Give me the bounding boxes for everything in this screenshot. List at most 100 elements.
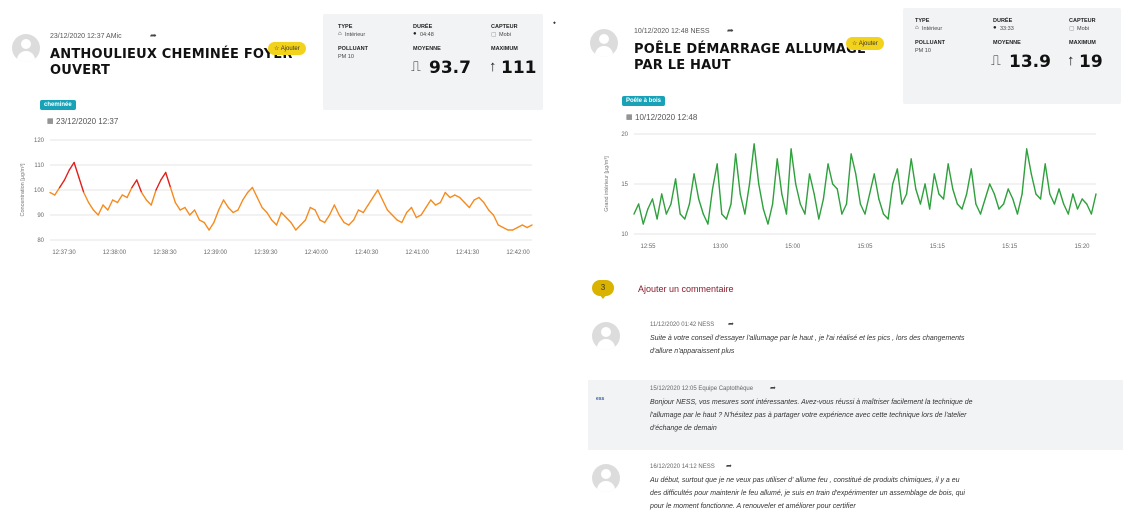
series-line-segment xyxy=(107,199,114,211)
series-line-segment xyxy=(203,221,210,231)
x-tick-label: 12:38:30 xyxy=(153,250,177,256)
category-tag[interactable]: Poêle à bois xyxy=(622,96,666,106)
chart-date: 10/12/2020 12:48 xyxy=(635,113,698,122)
series-line-segment xyxy=(155,179,162,191)
series-line-segment xyxy=(242,191,249,201)
home-icon: ⌂ xyxy=(915,25,919,31)
right-line-chart: 20 15 10 12:55 13:00 15:00 15:05 15:15 15:15 15:2… xyxy=(604,132,1097,250)
comment: 11/12/2020 01:42 NESS ➦ Suite à votre co… xyxy=(588,316,1123,376)
series-line-segment xyxy=(827,163,834,185)
add-favorite-button[interactable]: ☆ Ajouter xyxy=(846,37,884,50)
series-line-segment xyxy=(425,199,432,209)
series-line-segment xyxy=(213,209,220,224)
series-line-segment xyxy=(454,194,461,199)
series-line-segment xyxy=(1002,188,1009,205)
y-tick-label: 100 xyxy=(34,188,45,194)
team-logo: ess xyxy=(596,396,605,402)
series-line-segment xyxy=(324,214,331,224)
series-line-segment xyxy=(845,153,852,205)
series-line-segment xyxy=(892,168,899,185)
comment-meta: 15/12/2020 12:05 Equipe Captothèque xyxy=(650,386,754,392)
series-line-segment xyxy=(116,194,124,204)
series-line-segment xyxy=(102,204,109,211)
series-line-segment xyxy=(633,203,640,215)
share-icon[interactable]: ➦ xyxy=(726,462,732,470)
series-line-segment xyxy=(744,183,751,215)
maximum-value: 111 xyxy=(501,58,537,78)
y-tick-label: 15 xyxy=(621,182,628,188)
series-line-segment xyxy=(131,179,138,189)
series-line-segment xyxy=(1067,193,1074,215)
series-line-segment xyxy=(831,183,838,190)
series-line-segment xyxy=(661,193,668,215)
series-line-segment xyxy=(232,209,239,214)
author-avatar[interactable] xyxy=(592,322,620,350)
series-line-segment xyxy=(813,193,820,220)
category-tag[interactable]: cheminée xyxy=(40,100,76,110)
comment-text-line: d'allure n'apparaissent plus xyxy=(650,348,735,355)
add-comment-link[interactable]: Ajouter un commentaire xyxy=(638,284,734,294)
comment-text-line: Bonjour NESS, vos mesures sont intéressa… xyxy=(650,399,973,406)
series-line-segment xyxy=(295,224,302,231)
author-avatar[interactable] xyxy=(592,464,620,492)
series-line-segment xyxy=(160,171,167,181)
comment: ess 15/12/2020 12:05 Equipe Captothèque … xyxy=(588,380,1123,450)
x-tick-label: 12:41:00 xyxy=(405,250,429,256)
series-line-segment xyxy=(343,221,350,226)
clock-icon: ● xyxy=(993,25,997,31)
x-tick-label: 12:41:30 xyxy=(456,250,480,256)
series-line-segment xyxy=(473,196,480,201)
add-favorite-button[interactable]: ☆ Ajouter xyxy=(268,42,306,55)
x-tick-label: 15:15 xyxy=(930,244,946,250)
series-line-segment xyxy=(58,179,66,189)
comment-meta: 16/12/2020 14:12 NESS xyxy=(650,464,715,470)
series-line-segment xyxy=(381,199,389,211)
series-line-segment xyxy=(468,199,475,209)
comment-text-line: Suite à votre conseil d'essayer l'alluma… xyxy=(650,335,965,342)
share-icon[interactable]: ➦ xyxy=(150,31,157,40)
share-icon[interactable]: ➦ xyxy=(728,320,734,328)
series-line-segment xyxy=(497,224,504,229)
y-axis-label: Concentration [µg/m³] xyxy=(20,163,26,216)
share-icon[interactable]: ➦ xyxy=(770,384,776,392)
author-avatar[interactable] xyxy=(12,34,40,62)
polluant-label: POLLUANT xyxy=(338,46,368,52)
series-line-segment xyxy=(184,206,191,216)
series-line-segment xyxy=(915,188,922,205)
series-line-segment xyxy=(725,203,732,220)
author-avatar[interactable] xyxy=(590,29,618,57)
series-line-segment xyxy=(799,203,806,215)
share-icon[interactable]: ➦ xyxy=(727,26,734,35)
series-line-segment xyxy=(140,191,148,201)
series-line-segment xyxy=(979,198,986,215)
series-line-segment xyxy=(984,183,991,200)
capteur-value: Mobi xyxy=(499,32,511,38)
comment-text: Suite à votre conseil d'essayer l'alluma… xyxy=(650,332,1120,358)
series-line-segment xyxy=(785,148,792,215)
series-line-segment xyxy=(463,201,471,209)
series-line-segment xyxy=(947,163,954,190)
x-tick-label: 12:37:30 xyxy=(52,250,76,256)
series-line-segment xyxy=(688,173,695,205)
calendar-icon: ▦ xyxy=(47,118,54,125)
series-line-segment xyxy=(444,191,451,199)
series-line-segment xyxy=(739,193,746,215)
series-line-segment xyxy=(665,203,672,215)
comment-text-line: des difficultés pour maintenir le feu al… xyxy=(650,490,965,497)
series-line-segment xyxy=(299,219,307,226)
stats-panel: TYPE ⌂ Intérieur DURÉE ● 33:33 CAPTEUR ▢… xyxy=(903,8,1121,104)
polluant-label: POLLUANT xyxy=(915,40,945,46)
more-icon[interactable]: ⬩ xyxy=(553,18,556,28)
comment-text-line: d'échange de demain xyxy=(650,425,717,432)
series-line-segment xyxy=(721,213,728,220)
series-line-segment xyxy=(478,196,485,204)
series-line-segment xyxy=(449,194,456,199)
comment: 16/12/2020 14:12 NESS ➦ Au début, surtou… xyxy=(588,458,1123,524)
series-line-segment xyxy=(961,193,968,210)
series-line-segment xyxy=(1062,203,1069,215)
duree-label: DURÉE xyxy=(993,18,1013,24)
series-line-segment xyxy=(989,183,996,195)
arrow-up-icon: ↑ xyxy=(489,58,497,75)
x-tick-label: 12:55 xyxy=(640,244,656,250)
series-line-segment xyxy=(993,193,1000,210)
